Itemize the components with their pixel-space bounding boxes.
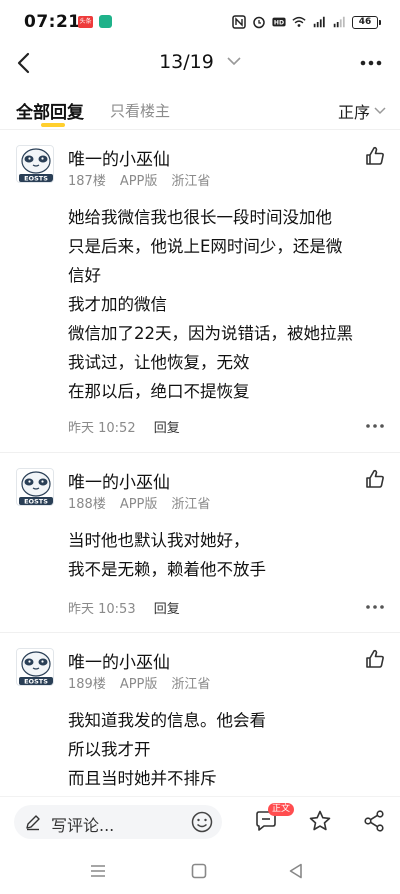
divider xyxy=(0,632,400,633)
reply-post: EOSTS 唯一的小巫仙 189楼 APP版 浙江省 我知道我发的信息。他会看 所以… xyxy=(0,648,400,796)
avatar[interactable]: EOSTS xyxy=(16,145,54,183)
reply-post: EOSTS 唯一的小巫仙 188楼 APP版 浙江省 当时他也默认我对她好， 我不是… xyxy=(0,468,400,633)
status-time: 07:21 xyxy=(24,12,81,32)
signal-icon xyxy=(333,16,345,28)
page-selector[interactable]: 13/19 xyxy=(0,51,400,73)
home-square-icon[interactable] xyxy=(190,862,208,880)
hd-icon: HD xyxy=(272,17,286,27)
more-dots-icon[interactable] xyxy=(356,50,386,76)
avatar[interactable]: EOSTS xyxy=(16,468,54,506)
avatar-text: EOSTS xyxy=(24,175,48,183)
client-label: APP版 xyxy=(119,497,158,512)
author-name[interactable]: 唯一的小巫仙 xyxy=(68,468,170,493)
floor-number: 187楼 xyxy=(68,174,106,189)
share-icon[interactable] xyxy=(362,809,386,833)
thumb-up-icon[interactable] xyxy=(364,468,386,490)
content-line: 她给我微信我也很长一段时间没加他 xyxy=(68,208,332,227)
floor-number: 188楼 xyxy=(68,497,106,512)
divider xyxy=(0,452,400,453)
content-line: 在那以后，绝口不提恢复 xyxy=(68,382,250,401)
panda-avatar-icon: EOSTS xyxy=(17,649,53,686)
content-line: 当时他也默认我对她好， xyxy=(68,531,250,550)
status-icons: HD 46 xyxy=(232,13,381,31)
nfc-icon xyxy=(232,15,246,29)
notification-app-icon xyxy=(99,15,112,28)
content-line: 所以我才开 xyxy=(68,740,151,759)
panda-avatar-icon: EOSTS xyxy=(17,146,53,183)
floor-number: 189楼 xyxy=(68,677,106,692)
svg-text:HD: HD xyxy=(274,20,284,27)
tab-all-replies[interactable]: 全部回复 xyxy=(16,98,84,123)
thumb-up-icon[interactable] xyxy=(364,145,386,167)
post-footer: 昨天 10:52 回复 xyxy=(68,417,180,436)
chevron-down-icon xyxy=(374,107,386,115)
post-content: 当时他也默认我对她好， 我不是无赖，赖着他不放手 xyxy=(68,526,386,584)
star-icon[interactable] xyxy=(308,809,332,833)
status-bar: 07:21 头条 HD 46 xyxy=(0,0,400,42)
reply-button[interactable]: 回复 xyxy=(154,602,180,617)
post-content: 我知道我发的信息。他会看 所以我才开 而且当时她并不排斥 xyxy=(68,706,386,793)
avatar-text: EOSTS xyxy=(24,678,48,686)
author-name[interactable]: 唯一的小巫仙 xyxy=(68,145,170,170)
sort-order-label: 正序 xyxy=(337,103,370,122)
content-line: 我试过，让他恢复，无效 xyxy=(68,353,250,372)
post-time: 昨天 10:53 xyxy=(68,602,136,617)
content-line: 我才加的微信 xyxy=(68,295,167,314)
pen-icon xyxy=(26,815,40,831)
signal-5g-icon xyxy=(313,16,325,28)
system-navigation-bar xyxy=(0,848,400,894)
more-dots-icon[interactable] xyxy=(364,422,386,430)
author-name[interactable]: 唯一的小巫仙 xyxy=(68,648,170,673)
post-content: 她给我微信我也很长一段时间没加他 只是后来，他说上E网时间少，还是微 信好 我才… xyxy=(68,203,386,406)
toutiao-app-icon: 头条 xyxy=(78,16,93,28)
location-label: 浙江省 xyxy=(171,174,211,189)
bottom-action-bar: 写评论... 正文 xyxy=(0,796,400,848)
content-line: 而且当时她并不排斥 xyxy=(68,769,217,788)
post-meta: 188楼 APP版 浙江省 xyxy=(68,493,224,512)
client-label: APP版 xyxy=(119,677,158,692)
menu-lines-icon[interactable] xyxy=(89,862,107,880)
content-line: 我不是无赖，赖着他不放手 xyxy=(68,560,266,579)
location-label: 浙江省 xyxy=(171,497,211,512)
nav-bar: 13/19 xyxy=(0,42,400,84)
post-meta: 189楼 APP版 浙江省 xyxy=(68,673,224,692)
wifi-icon xyxy=(292,16,306,27)
reply-post: EOSTS 唯一的小巫仙 187楼 APP版 浙江省 她给我微信我也很长一段时间没加… xyxy=(0,145,400,455)
post-time: 昨天 10:52 xyxy=(68,421,136,436)
thumb-up-icon[interactable] xyxy=(364,648,386,670)
content-line: 只是后来，他说上E网时间少，还是微 xyxy=(68,237,343,256)
reply-button[interactable]: 回复 xyxy=(154,421,180,436)
avatar[interactable]: EOSTS xyxy=(16,648,54,686)
emoji-icon[interactable] xyxy=(190,810,214,834)
panda-avatar-icon: EOSTS xyxy=(17,469,53,506)
content-line: 信好 xyxy=(68,266,101,285)
alarm-icon xyxy=(253,16,265,29)
comment-placeholder: 写评论... xyxy=(51,816,115,835)
chevron-down-icon xyxy=(227,57,241,65)
more-dots-icon[interactable] xyxy=(364,603,386,611)
avatar-text: EOSTS xyxy=(24,498,48,506)
filter-tabs: 全部回复 只看楼主 正序 xyxy=(0,86,400,130)
content-line: 我知道我发的信息。他会看 xyxy=(68,711,266,730)
comment-input[interactable]: 写评论... xyxy=(14,805,222,839)
client-label: APP版 xyxy=(119,174,158,189)
post-footer: 昨天 10:53 回复 xyxy=(68,598,180,617)
tab-op-only[interactable]: 只看楼主 xyxy=(110,100,170,121)
main-text-badge: 正文 xyxy=(268,803,295,816)
post-meta: 187楼 APP版 浙江省 xyxy=(68,170,224,189)
active-tab-indicator xyxy=(41,123,65,127)
back-triangle-icon[interactable] xyxy=(287,862,305,880)
location-label: 浙江省 xyxy=(171,677,211,692)
page-indicator: 13/19 xyxy=(159,51,214,73)
sort-order-button[interactable]: 正序 xyxy=(338,99,386,123)
battery-indicator: 46 xyxy=(352,15,381,29)
content-line: 微信加了22天，因为说错话，被她拉黑 xyxy=(68,324,353,343)
